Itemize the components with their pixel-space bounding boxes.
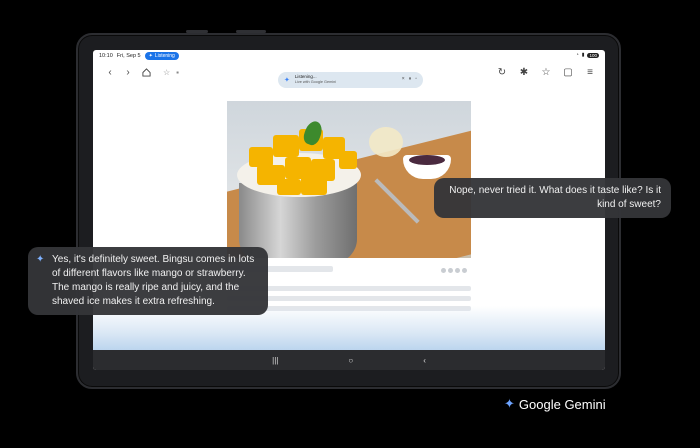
brand-name: Google Gemini [518, 396, 606, 412]
close-icon[interactable]: × [402, 76, 405, 82]
home-button[interactable]: ○ [348, 356, 353, 365]
back-button[interactable]: ‹ [423, 356, 426, 365]
home-icon[interactable] [137, 63, 155, 81]
wifi-icon: ◔ [575, 52, 579, 58]
battery-indicator: 100 [587, 52, 599, 58]
gemini-sparkle-icon: ✦ [284, 77, 290, 84]
star-icon[interactable]: ☆ [163, 68, 170, 77]
system-navbar: ||| ○ ‹ [93, 350, 605, 370]
sparkle-icon: ✦ [148, 53, 153, 59]
lock-icon: ▪ [176, 67, 180, 77]
status-time: 10:10 [99, 53, 113, 59]
status-date: Fri, Sep 5 [116, 53, 141, 59]
live-indicator-pill[interactable]: ✦ Listening [144, 52, 179, 60]
status-icons: ◔ ▮ 100 [576, 52, 599, 58]
menu-icon[interactable]: ≡ [581, 63, 599, 81]
gemini-live-capsule[interactable]: ✦ Listening... Live with Google Gemini ×… [278, 72, 423, 88]
signal-icon: ▮ [581, 52, 585, 58]
gemini-message-bubble: ✦ Yes, it's definitely sweet. Bingsu com… [28, 247, 268, 315]
back-icon[interactable]: ‹ [101, 63, 119, 81]
pause-icon[interactable]: ⏸ [409, 76, 412, 82]
status-bar: 10:10 Fri, Sep 5 ✦ Listening ◔ ▮ 100 [93, 50, 605, 62]
recents-button[interactable]: ||| [272, 356, 278, 365]
gemini-message-text-2: The mango is really ripe and juicy, and … [52, 282, 240, 307]
user-message-text: Nope, never tried it. What does it taste… [449, 185, 661, 210]
google-gemini-logo: ✦ Google Gemini [504, 396, 606, 412]
live-pill-label: Listening [154, 53, 175, 59]
bingsu-photo [227, 101, 471, 258]
gemini-message-text: Yes, it's definitely sweet. Bingsu comes… [52, 254, 255, 279]
extensions-icon[interactable]: ✱ [515, 63, 533, 81]
bookmark-icon[interactable]: ☆ [537, 63, 555, 81]
toolbar-right-actions: ↻ ✱ ☆ ▢ ≡ [493, 62, 599, 82]
stage: 10:10 Fri, Sep 5 ✦ Listening ◔ ▮ 100 ‹ ›… [0, 0, 700, 448]
reload-icon[interactable]: ↻ [493, 63, 511, 81]
user-message-bubble: Nope, never tried it. What does it taste… [434, 178, 671, 218]
gemini-sparkle-icon: ✦ [504, 396, 515, 411]
gemini-sparkle-icon: ✦ [36, 254, 45, 265]
forward-icon[interactable]: › [119, 63, 137, 81]
address-bar[interactable]: ☆ ▪ [163, 68, 179, 77]
end-icon[interactable]: ▫ [415, 76, 417, 82]
live-capsule-subtitle: Live with Google Gemini [294, 79, 337, 84]
carousel-dots[interactable] [441, 268, 467, 273]
tabs-icon[interactable]: ▢ [559, 63, 577, 81]
